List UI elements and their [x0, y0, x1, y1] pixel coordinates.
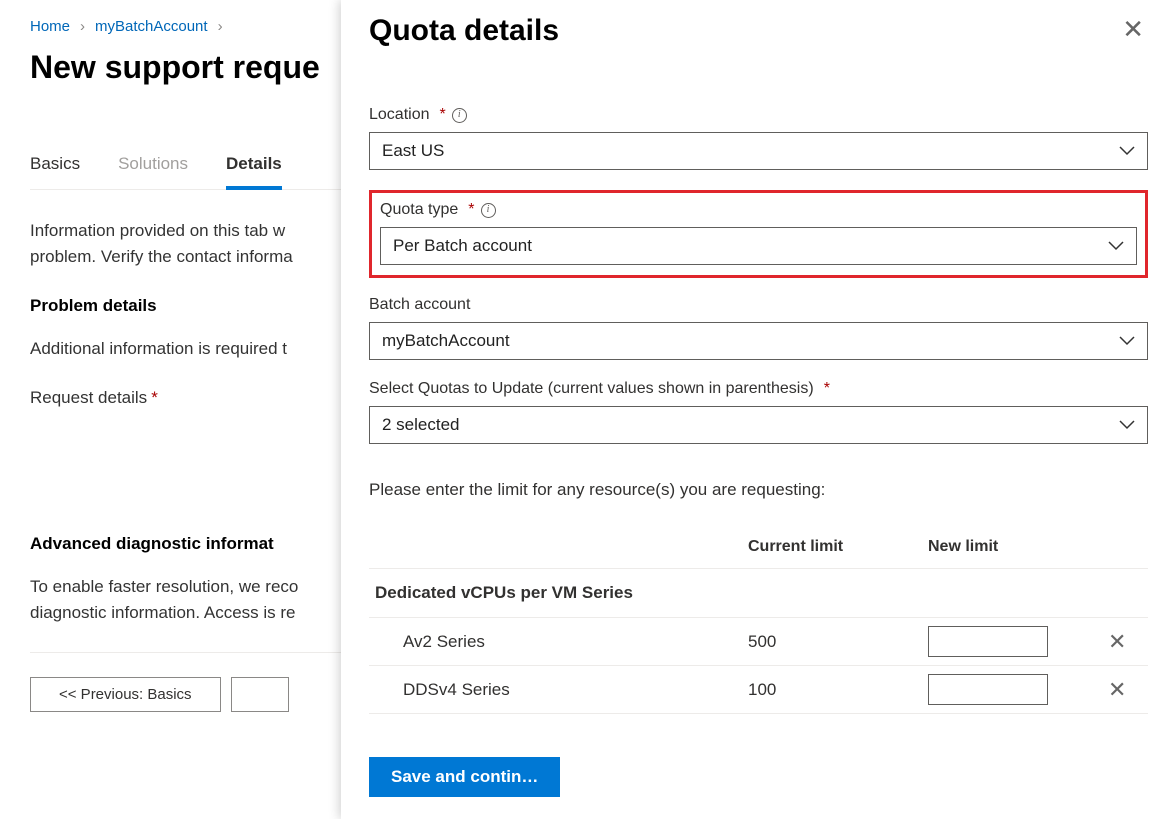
new-limit-input[interactable] [928, 674, 1048, 705]
required-star-icon: * [151, 388, 158, 407]
location-value: East US [382, 141, 444, 161]
chevron-down-icon [1108, 241, 1124, 251]
col-new-limit: New limit [928, 538, 1108, 556]
select-quotas-field: Select Quotas to Update (current values … [369, 380, 1148, 444]
info-icon[interactable]: i [481, 203, 496, 218]
batch-account-field: Batch account myBatchAccount [369, 296, 1148, 360]
quota-current-limit: 500 [748, 632, 928, 652]
quota-type-highlight: Quota type* i Per Batch account [369, 190, 1148, 278]
next-button-truncated[interactable] [231, 677, 289, 712]
breadcrumb-home[interactable]: Home [30, 18, 70, 35]
col-current-limit: Current limit [748, 538, 928, 556]
remove-row-icon[interactable]: ✕ [1108, 631, 1126, 653]
flyout-body: Location* i East US Quota type* i Per Ba… [341, 54, 1176, 741]
close-icon[interactable]: ✕ [1118, 14, 1148, 44]
quota-name: DDSv4 Series [369, 680, 748, 700]
previous-basics-button[interactable]: << Previous: Basics [30, 677, 221, 712]
flyout-header: Quota details ✕ [341, 0, 1176, 54]
required-star-icon: * [440, 106, 446, 124]
info-icon[interactable]: i [452, 108, 467, 123]
remove-row-icon[interactable]: ✕ [1108, 679, 1126, 701]
batch-account-value: myBatchAccount [382, 331, 510, 351]
tab-details[interactable]: Details [226, 154, 282, 190]
batch-account-label: Batch account [369, 296, 1148, 314]
quota-group-row: Dedicated vCPUs per VM Series [369, 569, 1148, 618]
flyout-footer: Save and contin… [341, 741, 1176, 819]
quota-row: Av2 Series 500 ✕ [369, 618, 1148, 666]
tab-basics[interactable]: Basics [30, 154, 80, 190]
batch-account-select[interactable]: myBatchAccount [369, 322, 1148, 360]
required-star-icon: * [468, 201, 474, 219]
new-limit-input[interactable] [928, 626, 1048, 657]
quota-type-value: Per Batch account [393, 236, 532, 256]
select-quotas-select[interactable]: 2 selected [369, 406, 1148, 444]
tab-solutions: Solutions [118, 154, 188, 190]
select-quotas-label: Select Quotas to Update (current values … [369, 380, 1148, 398]
limit-hint-text: Please enter the limit for any resource(… [369, 480, 1148, 500]
breadcrumb-account[interactable]: myBatchAccount [95, 18, 208, 35]
chevron-right-icon: › [80, 18, 85, 35]
chevron-down-icon [1119, 146, 1135, 156]
quota-current-limit: 100 [748, 680, 928, 700]
required-star-icon: * [824, 380, 830, 398]
quota-row: DDSv4 Series 100 ✕ [369, 666, 1148, 714]
chevron-down-icon [1119, 336, 1135, 346]
location-select[interactable]: East US [369, 132, 1148, 170]
quota-type-label: Quota type* i [380, 201, 1137, 219]
quota-type-field: Quota type* i Per Batch account [380, 201, 1137, 265]
quota-type-select[interactable]: Per Batch account [380, 227, 1137, 265]
quota-table-header: Current limit New limit [369, 534, 1148, 569]
select-quotas-value: 2 selected [382, 415, 460, 435]
quota-name: Av2 Series [369, 632, 748, 652]
save-and-continue-button[interactable]: Save and contin… [369, 757, 560, 797]
chevron-down-icon [1119, 420, 1135, 430]
chevron-right-icon: › [218, 18, 223, 35]
location-field: Location* i East US [369, 106, 1148, 170]
location-label: Location* i [369, 106, 1148, 124]
flyout-title: Quota details [369, 14, 559, 48]
quota-details-flyout: Quota details ✕ Location* i East US Quot… [341, 0, 1176, 819]
